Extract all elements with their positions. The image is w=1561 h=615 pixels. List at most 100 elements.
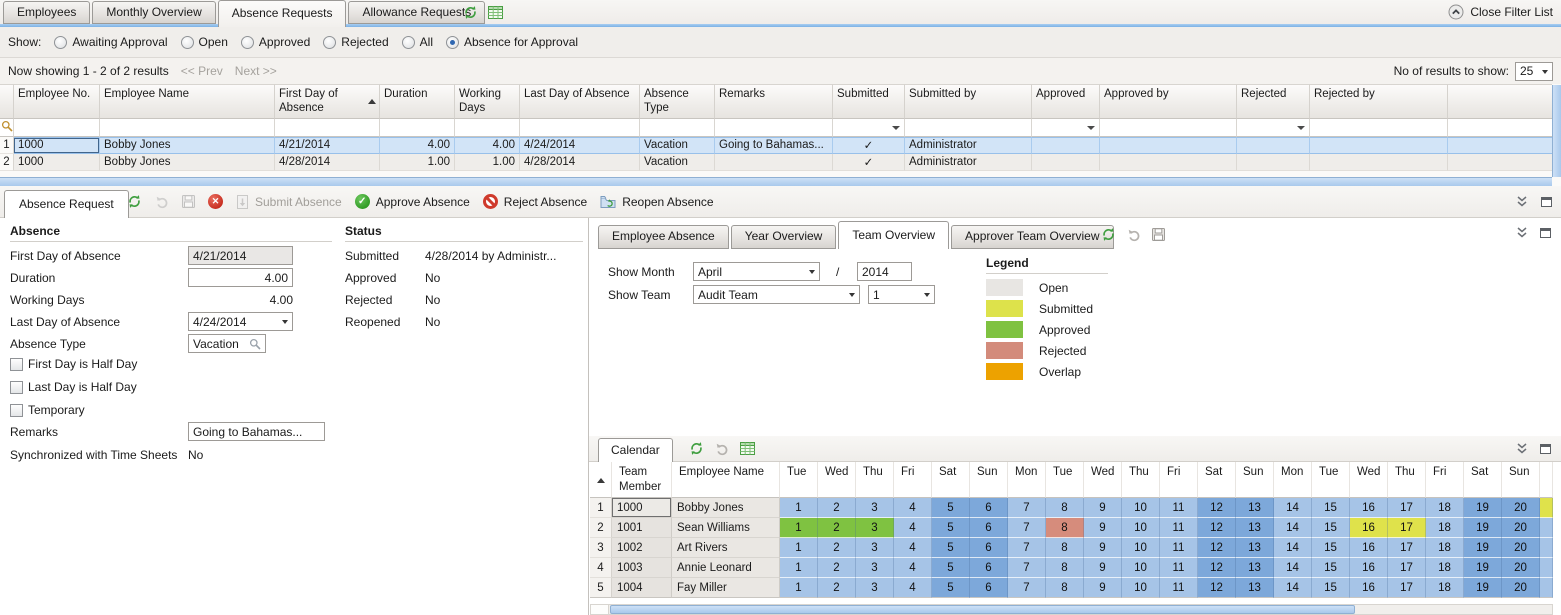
calendar-day-cell-weekday[interactable]: 2 (818, 578, 856, 598)
calendar-day-cell-weekday[interactable]: 15 (1312, 498, 1350, 518)
calendar-day-cell-weekend[interactable]: 19 (1464, 538, 1502, 558)
refresh-icon[interactable] (689, 441, 704, 456)
calendar-day-cell-weekday[interactable]: 11 (1160, 498, 1198, 518)
calendar-day-cell-weekday[interactable]: 16 (1350, 558, 1388, 578)
filter-cell-rejected-by[interactable] (1310, 119, 1448, 137)
calendar-day-cell-weekday[interactable]: 11 (1160, 538, 1198, 558)
radio-all[interactable]: All (402, 35, 433, 49)
calendar-day-cell-weekday[interactable]: 10 (1122, 558, 1160, 578)
calendar-day-cell-weekend[interactable]: 13 (1236, 578, 1274, 598)
calendar-day-cell-weekend[interactable]: 12 (1198, 518, 1236, 538)
calendar-name-cell[interactable]: Annie Leonard (672, 558, 780, 578)
calendar-day-cell-weekday[interactable]: 3 (856, 578, 894, 598)
calendar-day-cell-weekend[interactable]: 20 (1502, 578, 1540, 598)
column-header-duration[interactable]: Duration (380, 84, 455, 119)
calendar-day-header[interactable]: Fri (894, 462, 932, 498)
calendar-day-cell-submitted[interactable]: 16 (1350, 518, 1388, 538)
calendar-day-cell-weekday[interactable]: 1 (780, 558, 818, 578)
tab-approver-team-overview[interactable]: Approver Team Overview (951, 225, 1114, 249)
calendar-day-header[interactable]: Thu (856, 462, 894, 498)
cell-approved-by[interactable] (1100, 137, 1237, 154)
checkbox-temporary[interactable]: Temporary (10, 403, 137, 417)
year-input[interactable]: 2014 (857, 262, 912, 281)
maximize-icon[interactable] (1541, 197, 1552, 207)
cell-submitted[interactable]: ✓ (833, 154, 905, 171)
calendar-day-cell-weekend[interactable]: 19 (1464, 498, 1502, 518)
calendar-day-cell-weekend[interactable]: 19 (1464, 578, 1502, 598)
calendar-day-cell-rejected[interactable]: 8 (1046, 518, 1084, 538)
calendar-name-header[interactable]: Employee Name (672, 462, 780, 498)
calendar-day-cell-weekend[interactable]: 12 (1198, 558, 1236, 578)
calendar-row-number[interactable]: 5 (590, 578, 612, 598)
calendar-row-number[interactable]: 3 (590, 538, 612, 558)
calendar-day-cell-weekday[interactable]: 11 (1160, 558, 1198, 578)
cell-last-day-of-absence[interactable]: 4/24/2014 (520, 137, 640, 154)
remarks-input[interactable]: Going to Bahamas... (188, 422, 325, 441)
cell-approved-by[interactable] (1100, 154, 1237, 171)
calendar-name-cell[interactable]: Sean Williams (672, 518, 780, 538)
column-header-first-day-of-absence[interactable]: First Day of Absence (275, 84, 380, 119)
calendar-day-cell-weekday[interactable]: 9 (1084, 538, 1122, 558)
calendar-day-cell-weekday[interactable]: 9 (1084, 558, 1122, 578)
calendar-day-cell-weekday[interactable]: 15 (1312, 518, 1350, 538)
calendar-day-cell-submitted[interactable] (1540, 498, 1553, 518)
calendar-day-cell-weekday[interactable]: 18 (1426, 498, 1464, 518)
calendar-day-cell-weekend[interactable]: 6 (970, 558, 1008, 578)
maximize-icon[interactable] (1540, 228, 1551, 238)
calendar-day-header[interactable]: Wed (1084, 462, 1122, 498)
calendar-day-header[interactable]: Sat (1464, 462, 1502, 498)
cell-last-day-of-absence[interactable]: 4/28/2014 (520, 154, 640, 171)
column-header-rejected[interactable]: Rejected (1237, 84, 1310, 119)
tab-team-overview[interactable]: Team Overview (838, 221, 949, 249)
grid-vertical-scrollbar[interactable] (1552, 85, 1561, 177)
cell-absence-type[interactable]: Vacation (640, 137, 715, 154)
calendar-day-cell-weekend[interactable]: 5 (932, 498, 970, 518)
radio-absence-for-approval[interactable]: Absence for Approval (446, 35, 578, 49)
calendar-day-cell-weekday[interactable]: 2 (818, 498, 856, 518)
close-filter-list-button[interactable]: Close Filter List (1448, 4, 1553, 20)
calendar-day-cell-approved[interactable]: 3 (856, 518, 894, 538)
cell-rejected-by[interactable] (1310, 154, 1448, 171)
calendar-day-cell-weekday[interactable]: 3 (856, 558, 894, 578)
cell-approved[interactable] (1032, 154, 1100, 171)
calendar-day-cell-weekday[interactable]: 15 (1312, 538, 1350, 558)
calendar-day-cell-weekday[interactable]: 10 (1122, 538, 1160, 558)
calendar-day-cell-weekday[interactable]: 3 (856, 538, 894, 558)
calendar-day-cell-weekday[interactable]: 16 (1350, 498, 1388, 518)
filter-dropdown-icon[interactable] (1297, 126, 1305, 130)
calendar-day-cell-weekend[interactable]: 6 (970, 498, 1008, 518)
duration-input[interactable]: 4.00 (188, 268, 293, 287)
grid-search-cell[interactable] (0, 119, 14, 137)
calendar-day-cell-weekday[interactable]: 15 (1312, 558, 1350, 578)
calendar-day-cell-weekday[interactable]: 18 (1426, 558, 1464, 578)
calendar-day-cell-weekday[interactable]: 14 (1274, 558, 1312, 578)
tab-monthly-overview[interactable]: Monthly Overview (92, 1, 215, 24)
calendar-day-header[interactable]: Wed (818, 462, 856, 498)
team-select[interactable]: Audit Team (693, 285, 860, 304)
calendar-day-header[interactable]: Sun (1502, 462, 1540, 498)
cell-absence-type[interactable]: Vacation (640, 154, 715, 171)
calendar-day-cell-weekday[interactable]: 4 (894, 498, 932, 518)
maximize-icon[interactable] (1540, 444, 1551, 454)
column-header-absence-type[interactable]: Absence Type (640, 84, 715, 119)
calendar-day-cell-weekday[interactable]: 2 (818, 558, 856, 578)
calendar-day-cell-weekday[interactable]: 7 (1008, 538, 1046, 558)
delete-button[interactable]: ✕ (208, 194, 223, 209)
calendar-day-cell-weekday[interactable]: 4 (894, 538, 932, 558)
calendar-day-cell-weekday[interactable]: 10 (1122, 498, 1160, 518)
calendar-day-cell-weekday[interactable]: 4 (894, 558, 932, 578)
column-header-last-day-of-absence[interactable]: Last Day of Absence (520, 84, 640, 119)
calendar-day-cell-weekday[interactable]: 18 (1426, 518, 1464, 538)
calendar-day-cell-weekday[interactable]: 11 (1160, 518, 1198, 538)
last-day-select[interactable]: 4/24/2014 (188, 312, 293, 331)
calendar-row-number[interactable]: 2 (590, 518, 612, 538)
column-header-submitted-by[interactable]: Submitted by (905, 84, 1032, 119)
checkbox-last-day-is-half-day[interactable]: Last Day is Half Day (10, 380, 137, 394)
calendar-day-cell-weekday[interactable]: 17 (1388, 578, 1426, 598)
calendar-day-cell-weekday[interactable]: 8 (1046, 538, 1084, 558)
cell-employee-name[interactable]: Bobby Jones (100, 154, 275, 171)
calendar-row-number[interactable]: 4 (590, 558, 612, 578)
filter-cell-employee-name[interactable] (100, 119, 275, 137)
cell-employee-no[interactable]: 1000 (14, 137, 100, 154)
calendar-day-cell-weekday[interactable]: 7 (1008, 498, 1046, 518)
